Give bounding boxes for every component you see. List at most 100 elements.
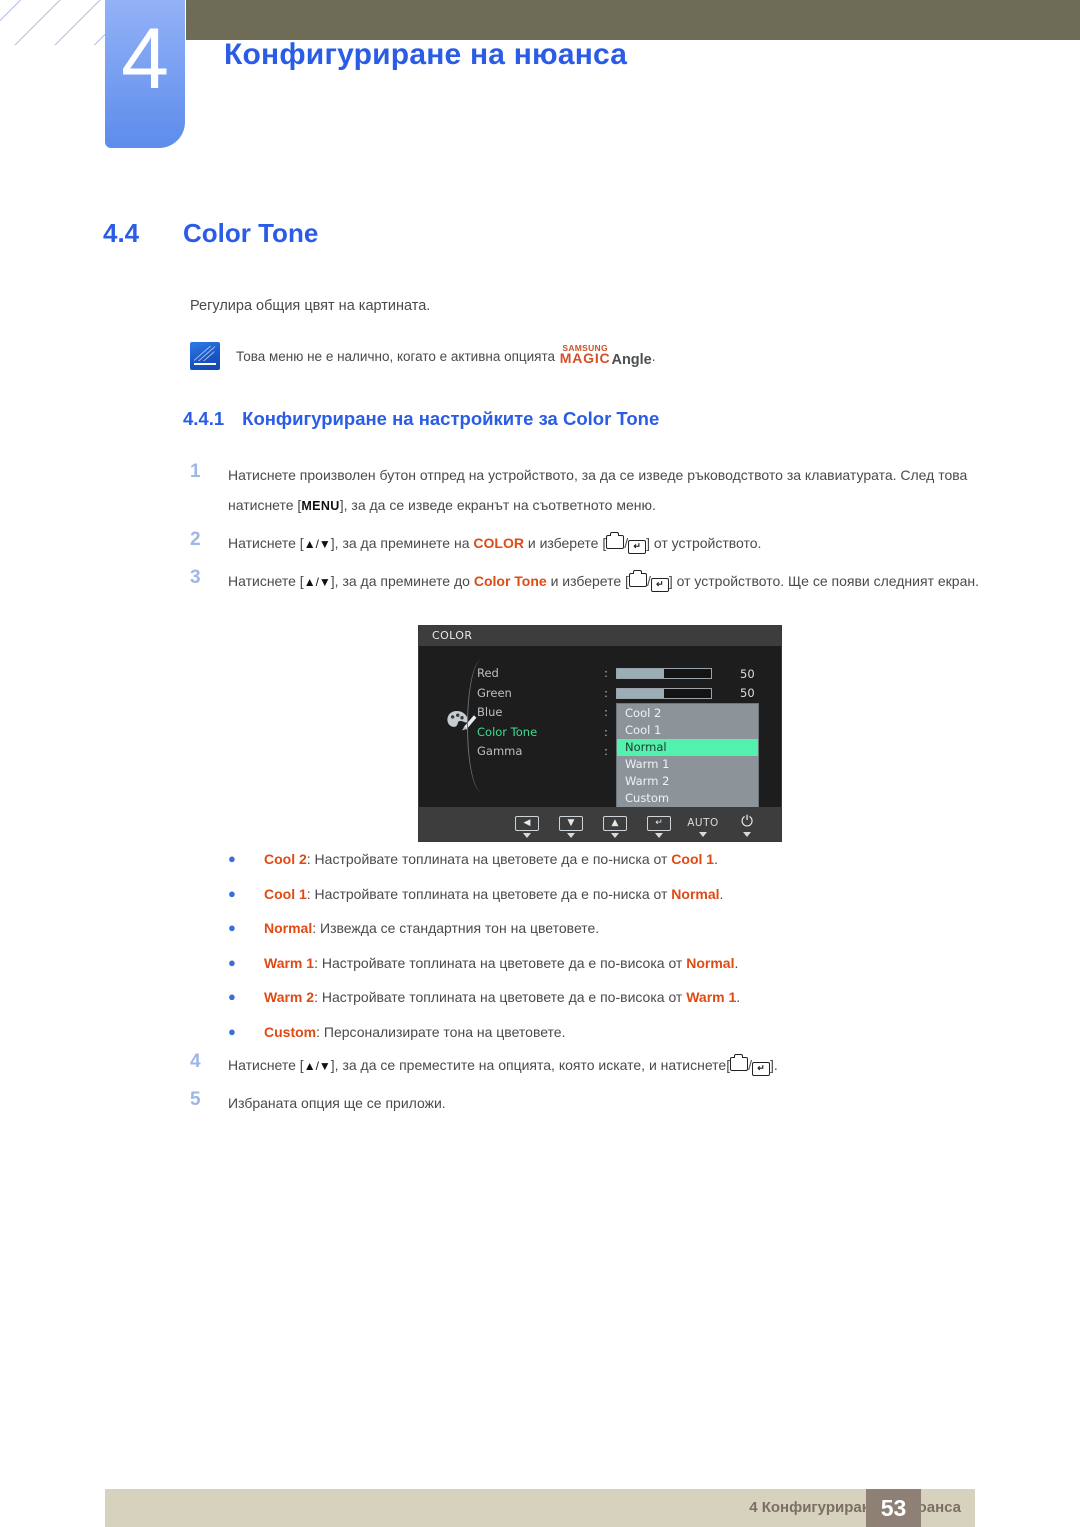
osd-auto-button[interactable]: AUTO [681, 811, 725, 837]
text-run: : Настройвате топлината на цветовете да … [314, 989, 687, 1005]
steps-list-bottom: 4 Натиснете [▲/▼], за да се преместите на… [190, 1050, 1010, 1125]
step-text: Натиснете [▲/▼], за да се преместите на … [228, 1050, 778, 1081]
osd-slider[interactable] [616, 687, 712, 699]
osd-screenshot: COLOR Red Green Blue Color Tone Gamma ::::: … [418, 625, 782, 842]
text-run: ], за да преминете на [330, 535, 474, 551]
text-run: ] от устройството. Ще се появи следният … [668, 573, 979, 589]
header-olive-bar [186, 0, 1080, 40]
corner-hatch-decoration [0, 0, 105, 45]
step-item: 4 Натиснете [▲/▼], за да се преместите на… [190, 1050, 1010, 1081]
osd-slider-value: 50 [740, 666, 755, 681]
samsung-magic-logo-bottom: MAGIC [559, 350, 611, 366]
osd-enter-button[interactable]: ↵ [637, 810, 681, 838]
osd-power-button[interactable]: ⏻ [725, 811, 769, 837]
note-text-after: . [651, 349, 656, 364]
footer-bar: 4 Конфигуриране на нюанса [105, 1489, 975, 1527]
step-number: 4 [190, 1051, 201, 1072]
bullet-text: Cool 1: Настройвате топлината на цветове… [264, 883, 723, 905]
subsection-heading: 4.4.1 Конфигуриране на настройките за Col… [183, 408, 659, 430]
subsection-number: 4.4.1 [183, 408, 225, 429]
text-run: : Персонализирате тона на цветовете. [316, 1023, 566, 1040]
osd-down-button[interactable]: ▼ [549, 810, 593, 838]
power-button-icon: ⏻ [741, 812, 753, 830]
intro-paragraph: Регулира общия цвят на картината. [190, 298, 431, 314]
chapter-title: Конфигуриране на нюанса [224, 38, 628, 71]
osd-row-control[interactable]: 50 [616, 684, 776, 704]
osd-row-label[interactable]: Red [477, 664, 587, 684]
osd-slider-value: 50 [740, 686, 755, 701]
bullet-text: Warm 2: Настройвате топлината на цветове… [264, 986, 740, 1008]
note-text-before: Това меню не е налично, когато е активна… [236, 349, 556, 364]
options-bullet-list: ● Cool 2: Настройвате топлината на цветов… [226, 848, 1016, 1055]
bullet-marker: ● [228, 954, 236, 970]
bullet-item: ● Cool 2: Настройвате топлината на цветов… [226, 848, 1016, 883]
text-run: Избраната опция ще се приложи. [228, 1095, 446, 1111]
osd-row-label[interactable]: Green [477, 684, 587, 704]
text-run: ], за да преминете до [330, 573, 474, 589]
step-text: Натиснете произволен бутон отпред на уст… [228, 460, 1010, 521]
step-number: 1 [190, 461, 201, 482]
osd-dropdown-option[interactable]: Warm 1 [617, 756, 758, 773]
osd-button-bar: ◀ ▼ ▲ ↵ AUTO ⏻ [419, 807, 781, 841]
left-button-icon: ◀ [515, 816, 539, 831]
down-button-icon: ▼ [559, 816, 583, 831]
emphasis-term: Color Tone [473, 573, 547, 589]
emphasis-term: Normal [686, 954, 735, 971]
key-label-menu: MENU [301, 499, 340, 513]
auto-button-label: AUTO [687, 817, 719, 829]
emphasis-term: Cool 2 [264, 851, 307, 867]
text-run: ] от устройството. [646, 535, 762, 551]
note-callout: Това меню не е налично, когато е активна… [190, 340, 890, 370]
emphasis-term: Warm 2 [264, 989, 315, 1005]
bullet-item: ● Normal: Извежда се стандартния тон на ц… [226, 917, 1016, 952]
chapter-number: 4 [121, 11, 169, 107]
osd-row-label[interactable]: Color Tone [477, 723, 587, 743]
osd-button-pointer-icon [611, 833, 619, 838]
bullet-item: ● Warm 2: Настройвате топлината на цветов… [226, 986, 1016, 1021]
emphasis-term: Warm 1 [686, 989, 737, 1005]
source-button-icon [606, 532, 625, 549]
chapter-tab: 4 [105, 0, 185, 148]
osd-left-button[interactable]: ◀ [505, 810, 549, 838]
osd-colon-column: ::::: [604, 664, 608, 762]
step-number: 3 [190, 567, 201, 588]
step-number: 5 [190, 1089, 201, 1110]
bullet-item: ● Warm 1: Настройвате топлината на цветов… [226, 952, 1016, 987]
osd-title: COLOR [419, 626, 781, 646]
steps-list-top: 1 Натиснете произволен бутон отпред на ус… [190, 460, 1010, 604]
osd-dropdown-option[interactable]: Custom [617, 790, 758, 807]
enter-button-icon: ↵ [650, 578, 669, 592]
osd-dropdown-option[interactable]: Cool 1 [617, 722, 758, 739]
text-run: : Извежда се стандартния тон на цветовет… [312, 920, 600, 936]
source-button-icon [628, 570, 647, 587]
footer-chapter-label: 4 Конфигуриране на нюанса [749, 1499, 961, 1516]
emphasis-term: Normal [264, 920, 313, 936]
osd-color-tone-dropdown[interactable]: Cool 2 Cool 1 Normal Warm 1 Warm 2 Custom [616, 703, 759, 809]
emphasis-term: Warm 1 [264, 954, 315, 971]
page-title: Color Tone [183, 218, 319, 248]
text-run: ]. [769, 1057, 778, 1073]
osd-slider[interactable] [616, 668, 712, 680]
text-run: ], за да се преместите на опцията, която… [330, 1057, 731, 1073]
text-run: . [734, 954, 739, 971]
emphasis-term: Cool 1 [671, 851, 715, 867]
osd-row-label[interactable]: Gamma [477, 742, 587, 762]
note-text: Това меню не е налично, когато е активна… [236, 340, 656, 370]
osd-row-label[interactable]: Blue [477, 703, 587, 723]
osd-button-pointer-icon [743, 832, 751, 837]
text-run: . [714, 851, 718, 867]
osd-row-control[interactable]: 50 [616, 664, 776, 684]
bullet-marker: ● [228, 885, 236, 901]
osd-up-button[interactable]: ▲ [593, 810, 637, 838]
osd-dropdown-option[interactable]: Warm 2 [617, 773, 758, 790]
step-text: Натиснете [▲/▼], за да преминете до Colo… [228, 566, 979, 597]
osd-dropdown-option[interactable]: Normal [617, 739, 758, 756]
osd-dropdown-option[interactable]: Cool 2 [617, 705, 758, 722]
text-run: : Настройвате топлината на цветовете да … [314, 954, 687, 971]
step-item: 3 Натиснете [▲/▼], за да преминете до Col… [190, 566, 1010, 597]
text-run: : Настройвате топлината на цветовете да … [306, 851, 672, 867]
text-run: и изберете [ [546, 573, 629, 589]
text-run: Натиснете [ [228, 535, 304, 551]
samsung-magic-logo-word: Angle [611, 352, 652, 368]
bullet-marker: ● [228, 851, 236, 866]
